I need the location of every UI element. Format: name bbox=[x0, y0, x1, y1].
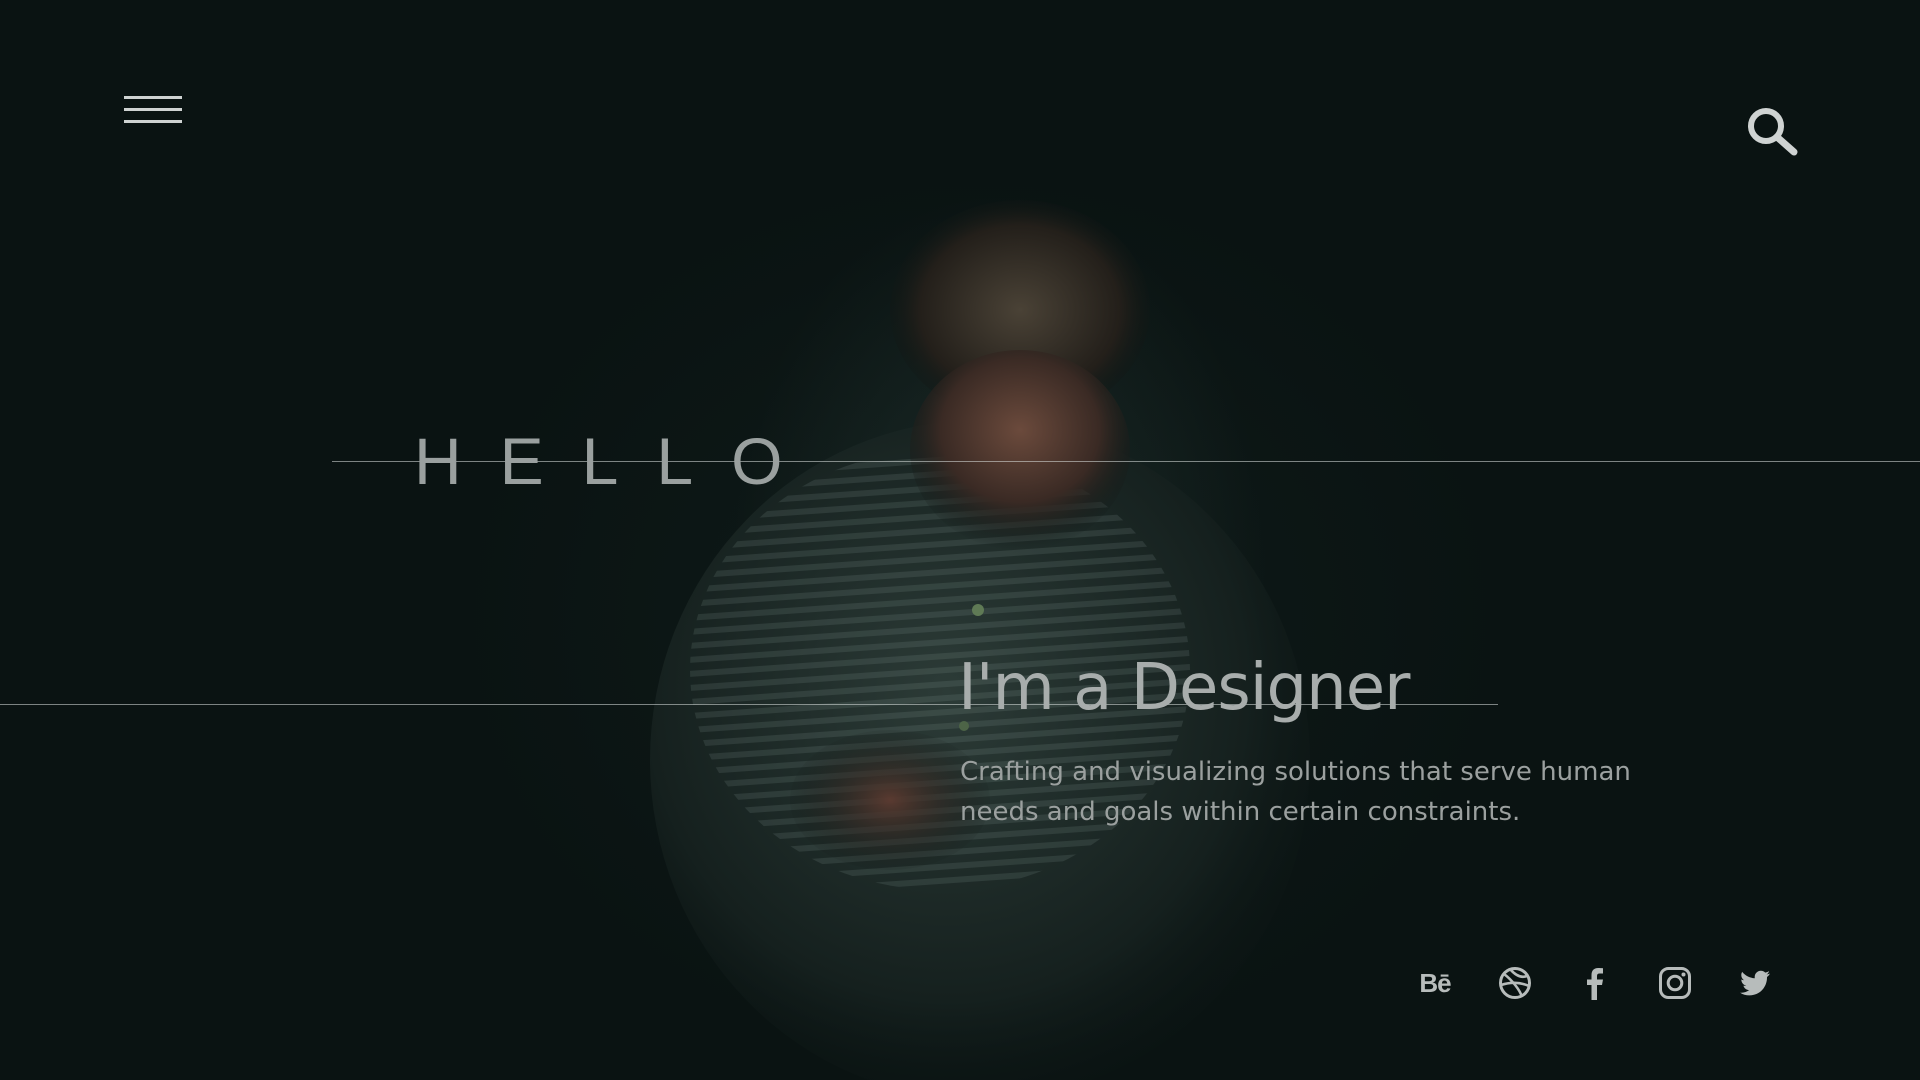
facebook-icon[interactable] bbox=[1578, 966, 1612, 1000]
twitter-icon[interactable] bbox=[1738, 966, 1772, 1000]
portrait-image bbox=[650, 200, 1310, 1080]
hamburger-menu-icon[interactable] bbox=[124, 96, 182, 128]
search-icon[interactable] bbox=[1744, 104, 1800, 160]
dribbble-glyph bbox=[1499, 967, 1531, 999]
headline: I'm a Designer bbox=[958, 651, 1410, 725]
greeting-text: HELLO bbox=[414, 424, 821, 498]
twitter-glyph bbox=[1740, 970, 1770, 996]
instagram-icon[interactable] bbox=[1658, 966, 1692, 1000]
social-links: Bē bbox=[1418, 966, 1772, 1000]
facebook-glyph bbox=[1587, 968, 1603, 1000]
instagram-glyph bbox=[1659, 967, 1691, 999]
subtitle: Crafting and visualizing solutions that … bbox=[960, 757, 1631, 827]
dribbble-icon[interactable] bbox=[1498, 966, 1532, 1000]
behance-icon[interactable]: Bē bbox=[1418, 966, 1452, 1000]
behance-label: Bē bbox=[1419, 967, 1451, 998]
hero-section: HELLO I'm a Designer Crafting and visual… bbox=[0, 0, 1920, 1080]
